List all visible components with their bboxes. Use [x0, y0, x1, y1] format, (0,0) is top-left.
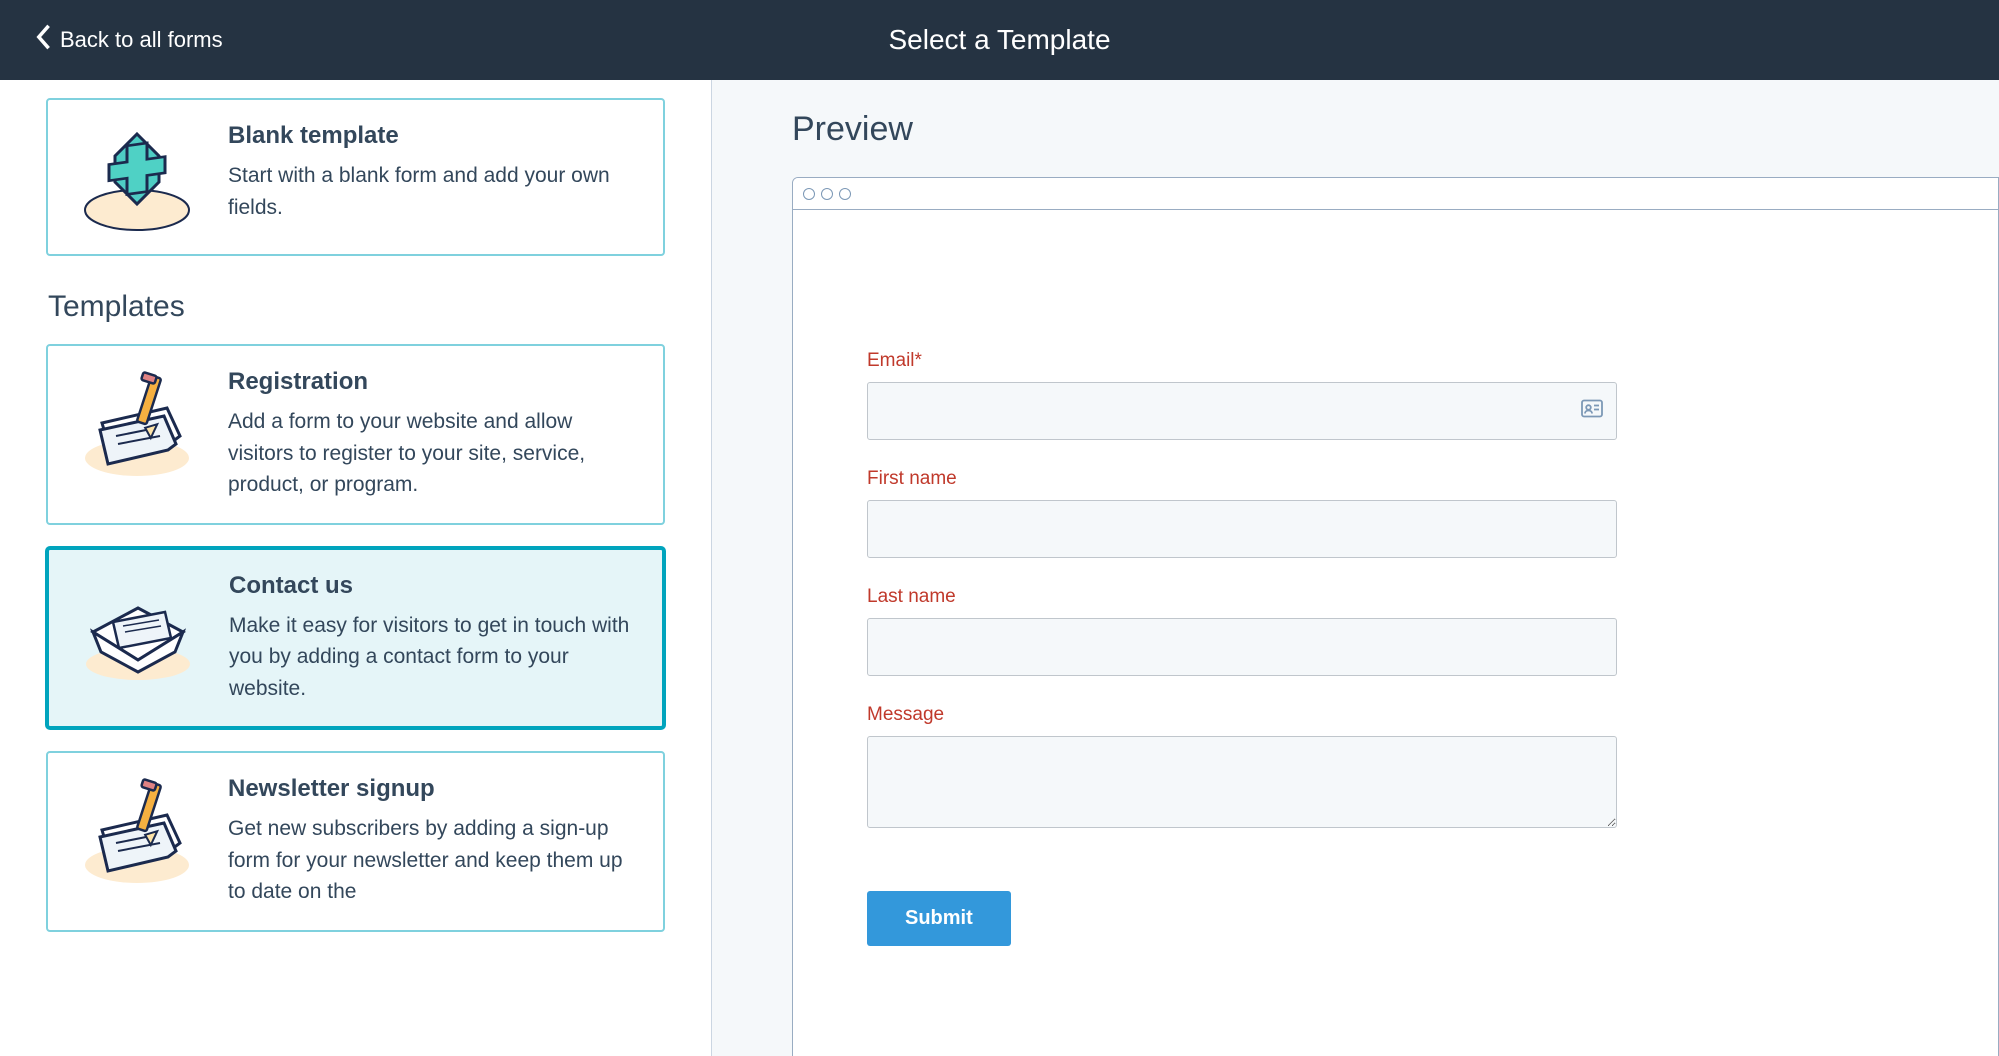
- last-name-field[interactable]: [867, 618, 1617, 676]
- template-desc: Make it easy for visitors to get in touc…: [229, 610, 636, 705]
- template-title: Contact us: [229, 572, 636, 600]
- contact-card-icon: [1581, 400, 1603, 423]
- message-label: Message: [867, 704, 1918, 726]
- window-dot-icon: [839, 188, 851, 200]
- window-dot-icon: [821, 188, 833, 200]
- first-name-field[interactable]: [867, 500, 1617, 558]
- page-title: Select a Template: [888, 24, 1110, 56]
- contact-us-icon: [73, 572, 203, 682]
- template-title: Blank template: [228, 122, 637, 150]
- email-field[interactable]: [867, 382, 1617, 440]
- last-name-label: Last name: [867, 586, 1918, 608]
- preview-panel: Preview Email*: [712, 80, 1999, 1056]
- preview-window: Email*: [792, 177, 1999, 1056]
- back-label: Back to all forms: [60, 27, 223, 53]
- template-card-newsletter[interactable]: Newsletter signup Get new subscribers by…: [46, 751, 665, 932]
- submit-button[interactable]: Submit: [867, 891, 1011, 946]
- blank-template-icon: [72, 122, 202, 232]
- template-card-contact-us[interactable]: Contact us Make it easy for visitors to …: [46, 547, 665, 730]
- templates-sidebar: Blank template Start with a blank form a…: [0, 80, 712, 1056]
- registration-icon: [72, 368, 202, 478]
- template-desc: Start with a blank form and add your own…: [228, 160, 637, 223]
- newsletter-icon: [72, 775, 202, 885]
- template-title: Newsletter signup: [228, 775, 637, 803]
- template-card-registration[interactable]: Registration Add a form to your website …: [46, 344, 665, 525]
- template-title: Registration: [228, 368, 637, 396]
- back-button[interactable]: Back to all forms: [0, 23, 223, 57]
- window-chrome: [793, 178, 1998, 210]
- message-field[interactable]: [867, 736, 1617, 828]
- chevron-left-icon: [34, 23, 52, 57]
- template-card-blank[interactable]: Blank template Start with a blank form a…: [46, 98, 665, 256]
- window-dot-icon: [803, 188, 815, 200]
- preview-heading: Preview: [792, 110, 1999, 149]
- first-name-label: First name: [867, 468, 1918, 490]
- template-desc: Add a form to your website and allow vis…: [228, 406, 637, 501]
- template-desc: Get new subscribers by adding a sign-up …: [228, 813, 637, 908]
- app-header: Back to all forms Select a Template: [0, 0, 1999, 80]
- form-preview: Email*: [793, 210, 1998, 1006]
- templates-heading: Templates: [48, 290, 665, 324]
- email-label: Email*: [867, 350, 1918, 372]
